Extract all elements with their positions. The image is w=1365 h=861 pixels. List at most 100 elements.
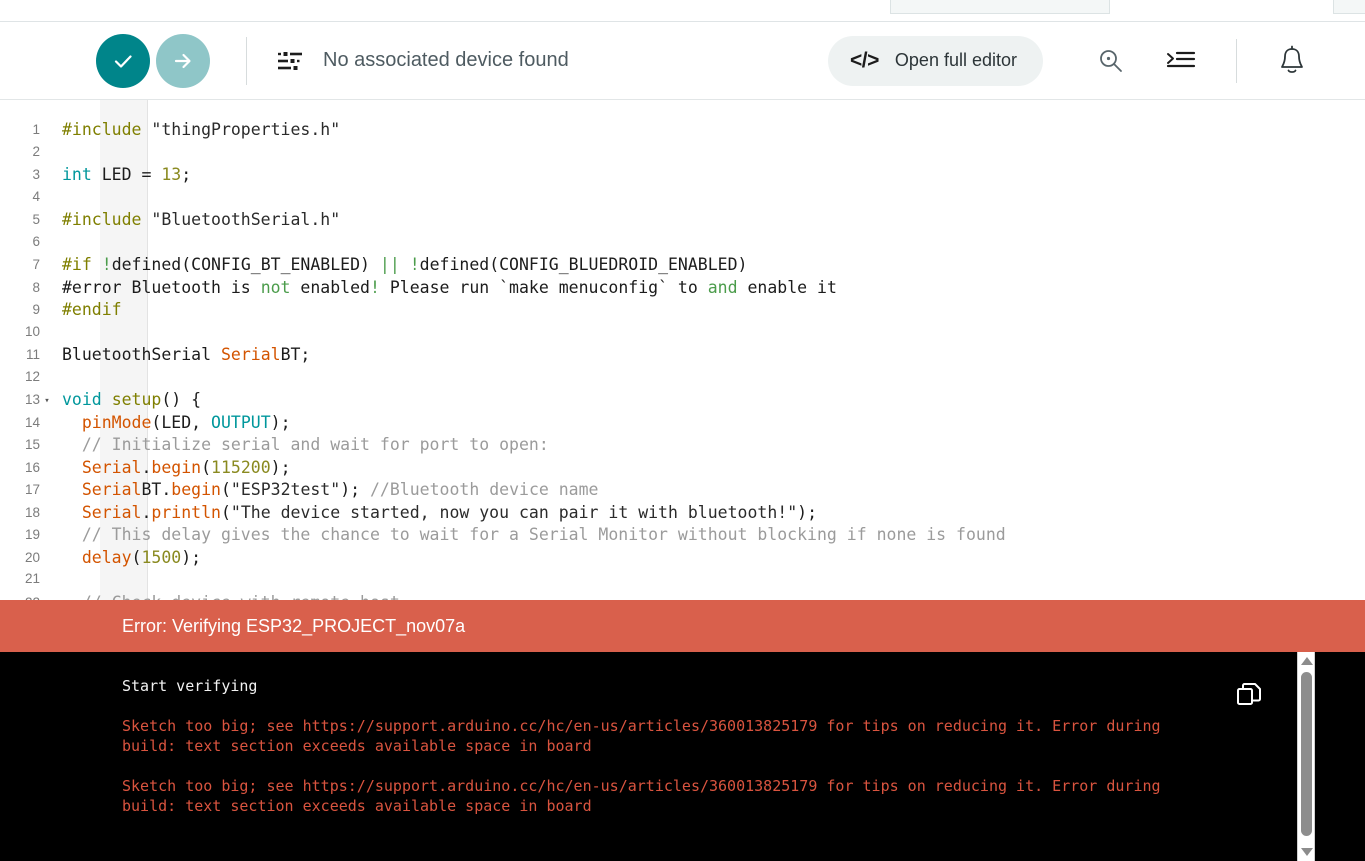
sliders-icon [278, 51, 302, 70]
code-token: defined(CONFIG_BT_ENABLED) [111, 255, 380, 274]
code-line[interactable]: 22 // Check device with remote host [0, 592, 1365, 601]
verify-button[interactable] [96, 33, 150, 88]
code-token: enable it [737, 277, 837, 297]
line-number: 18 [24, 504, 40, 520]
code-token: ( [131, 547, 142, 567]
indent-button[interactable] [1158, 38, 1204, 84]
code-token: "thingProperties.h" [151, 120, 341, 139]
top-partial-panel-right [1333, 0, 1365, 14]
code-line[interactable]: 12 [0, 367, 1365, 390]
open-full-editor-button[interactable]: </> Open full editor [828, 35, 1043, 86]
toolbar-right-group: </> Open full editor [828, 35, 1315, 86]
code-token: ( [220, 502, 231, 522]
notifications-button[interactable] [1269, 38, 1315, 84]
line-number: 14 [24, 414, 40, 430]
scroll-up-arrow-icon[interactable] [1301, 657, 1313, 665]
code-token: setup [111, 390, 162, 409]
code-token: 1500 [141, 547, 182, 567]
search-button[interactable] [1088, 38, 1134, 84]
code-token: "ESP32test" [230, 480, 341, 499]
code-token: "The device started, now you can pair it… [230, 502, 798, 522]
line-number: 4 [32, 188, 40, 204]
code-token: . [141, 502, 152, 522]
code-token: #error Bluetooth is [62, 277, 261, 297]
code-token: ); [797, 502, 818, 522]
top-cut-strip [0, 0, 1365, 22]
code-line[interactable]: 14 pinMode(LED, OUTPUT); [0, 412, 1365, 435]
code-editor[interactable]: 1 #include "thingProperties.h" 2 3 int LED =… [0, 100, 1365, 600]
console-scrollbar[interactable] [1297, 652, 1315, 861]
build-console[interactable]: Start verifying Sketch too big; see https… [0, 652, 1365, 861]
code-line[interactable]: 10 [0, 322, 1365, 345]
code-token: ); [340, 480, 370, 499]
code-token: // Check device with remote host [62, 593, 400, 601]
code-token: LED [91, 165, 142, 184]
code-token: ; [181, 165, 192, 184]
line-number: 3 [32, 167, 40, 182]
upload-button[interactable] [156, 33, 210, 88]
code-lines-container[interactable]: 1 #include "thingProperties.h" 2 3 int LED =… [0, 100, 1365, 600]
open-full-editor-label: Open full editor [894, 50, 1017, 70]
code-fold-toggle-icon[interactable]: ▾ [40, 390, 54, 413]
code-token: Serial [220, 345, 281, 364]
code-line-text: #if !defined(CONFIG_BT_ENABLED) || !defi… [62, 254, 747, 277]
code-token: ! [409, 255, 420, 274]
toolbar-divider [246, 36, 247, 85]
line-number: 9 [32, 302, 40, 317]
line-number: 8 [32, 279, 40, 295]
code-line[interactable]: 2 [0, 142, 1365, 165]
code-line[interactable]: 7 #if !defined(CONFIG_BT_ENABLED) || !def… [0, 254, 1365, 277]
code-line[interactable]: 9 #endif [0, 299, 1365, 322]
search-icon [1100, 49, 1122, 72]
code-line-text: // Initialize serial and wait for port t… [62, 434, 549, 457]
line-number: 17 [24, 482, 40, 497]
code-line[interactable]: 20 delay(1500); [0, 547, 1365, 570]
code-line[interactable]: 4 [0, 187, 1365, 210]
code-token: defined(CONFIG_BLUEDROID_ENABLED) [419, 255, 748, 274]
code-token: Please run `make menuconfig` to [379, 277, 708, 297]
code-line[interactable]: 5 #include "BluetoothSerial.h" [0, 209, 1365, 232]
code-token: || [379, 255, 400, 274]
line-number: 1 [32, 122, 40, 137]
code-token: 115200 [211, 457, 271, 477]
code-line[interactable]: 15 // Initialize serial and wait for por… [0, 434, 1365, 457]
line-number: 6 [32, 233, 40, 249]
console-line: Sketch too big; see https://support.ardu… [122, 717, 1170, 755]
code-line[interactable]: 16 Serial.begin(115200); [0, 457, 1365, 480]
code-token: and [707, 277, 738, 297]
line-number: 12 [24, 368, 40, 384]
code-line[interactable]: 21 [0, 569, 1365, 592]
code-line[interactable]: 3 int LED = 13; [0, 164, 1365, 187]
code-token: pinMode [81, 412, 152, 432]
copy-console-button[interactable] [1236, 682, 1264, 710]
console-scrollbar-thumb[interactable] [1301, 672, 1312, 836]
toolbar-left-group: No associated device found [96, 33, 569, 88]
line-number: 2 [32, 143, 40, 159]
top-partial-panel-left [890, 0, 1110, 14]
code-line[interactable]: 6 [0, 232, 1365, 255]
code-token: int [62, 165, 92, 184]
code-line[interactable]: 11 BluetoothSerial SerialBT; [0, 344, 1365, 367]
code-token: ( [201, 457, 212, 477]
code-line-text: SerialBT.begin("ESP32test"); //Bluetooth… [62, 479, 599, 502]
scroll-down-arrow-icon[interactable] [1301, 848, 1313, 856]
code-line[interactable]: 13 ▾ void setup() { [0, 389, 1365, 412]
bell-icon [1281, 45, 1303, 73]
code-line[interactable]: 8 #error Bluetooth is not enabled! Please… [0, 277, 1365, 300]
line-number: 20 [24, 549, 40, 565]
code-line[interactable]: 18 Serial.println("The device started, n… [0, 502, 1365, 525]
code-line[interactable]: 17 SerialBT.begin("ESP32test"); //Blueto… [0, 479, 1365, 502]
code-token: BT. [141, 480, 172, 499]
code-token: #include [62, 120, 152, 139]
code-line[interactable]: 1 #include "thingProperties.h" [0, 119, 1365, 142]
code-line[interactable]: 19 // This delay gives the chance to wai… [0, 524, 1365, 547]
indent-list-icon [1166, 51, 1196, 67]
code-token: Serial [81, 480, 142, 499]
console-line: Sketch too big; see https://support.ardu… [122, 777, 1170, 815]
code-line-text: // Check device with remote host [62, 592, 400, 601]
